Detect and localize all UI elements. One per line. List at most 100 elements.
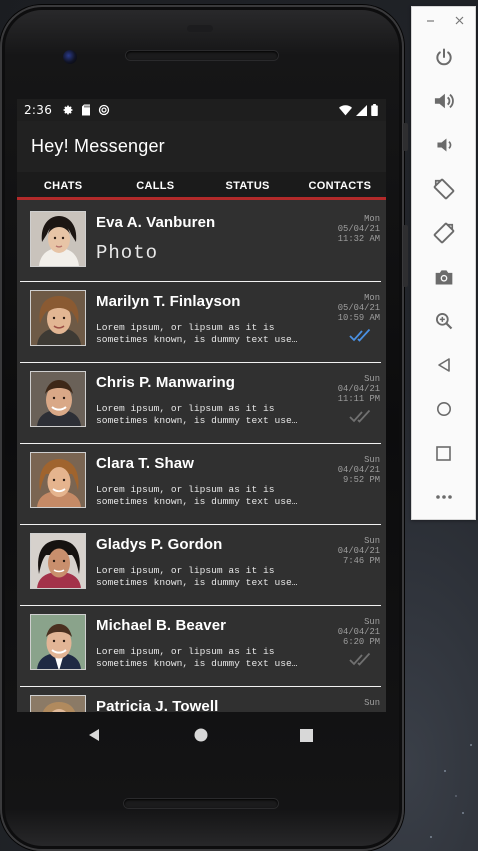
more-icon[interactable] — [412, 475, 475, 519]
zoom-icon[interactable] — [412, 299, 475, 343]
message-timestamp: Sun 04/04/21 7:46 PM — [338, 536, 380, 566]
message-timestamp: Sun 04/04/21 6:20 PM — [338, 617, 380, 647]
app-title: Hey! Messenger — [31, 136, 165, 156]
avatar[interactable] — [30, 614, 86, 670]
wifi-icon — [339, 104, 352, 116]
contact-name: Clara T. Shaw — [96, 455, 195, 472]
signal-icon — [356, 104, 367, 116]
message-preview: Lorem ipsum, or lipsum as it is sometime… — [96, 565, 328, 589]
volume-rocker — [403, 225, 408, 287]
volume-down-icon[interactable] — [412, 123, 475, 167]
message-preview-line: Lorem ipsum, or lipsum as it is — [96, 484, 275, 495]
top-speaker-grille — [126, 51, 278, 60]
earpiece — [187, 25, 213, 32]
home-icon[interactable] — [194, 728, 208, 742]
avatar[interactable] — [30, 695, 86, 712]
chat-row[interactable]: Patricia J. Towell Sun — [20, 687, 381, 712]
message-preview-line: Lorem ipsum, or lipsum as it is — [96, 565, 275, 576]
message-date: 04/04/21 — [337, 627, 380, 637]
message-preview: Lorem ipsum, or lipsum as it is sometime… — [96, 322, 328, 346]
message-timestamp: Sun — [364, 698, 380, 708]
message-timestamp: Sun 04/04/21 11:11 PM — [338, 374, 380, 404]
read-receipt-icon — [349, 328, 373, 347]
phone-screen: 2:36 Hey! Messenger CHATS CALLS STATUS C… — [17, 99, 386, 712]
message-timestamp: Mon 05/04/21 10:59 AM — [338, 293, 380, 323]
message-date: 04/04/21 — [337, 384, 380, 394]
message-day: Sun — [364, 698, 380, 708]
tab-indicator — [17, 197, 386, 200]
delivered-receipt-icon — [349, 409, 373, 428]
chat-row[interactable]: Michael B. Beaver Lorem ipsum, or lipsum… — [20, 606, 381, 687]
message-preview-line: Lorem ipsum, or lipsum as it is — [96, 403, 275, 414]
message-preview-line: sometimes known, is dummy text use… — [96, 334, 298, 345]
gear-icon — [62, 104, 74, 116]
message-preview-line: sometimes known, is dummy text use… — [96, 496, 298, 507]
camera-icon[interactable] — [412, 255, 475, 299]
message-time: 11:32 AM — [337, 234, 380, 244]
contact-name: Eva A. Vanburen — [96, 214, 216, 231]
message-time: 9:52 PM — [343, 475, 380, 485]
message-preview-line: sometimes known, is dummy text use… — [96, 658, 298, 669]
chat-list[interactable]: Eva A. Vanburen Photo Mon 05/04/21 11:32… — [17, 203, 386, 712]
emulator-toolbar — [411, 6, 476, 520]
chat-row[interactable]: Chris P. Manwaring Lorem ipsum, or lipsu… — [20, 363, 381, 444]
status-time: 2:36 — [24, 103, 53, 117]
message-preview-line: sometimes known, is dummy text use… — [96, 415, 298, 426]
message-time: 11:11 PM — [337, 394, 380, 404]
message-time: 7:46 PM — [343, 556, 380, 566]
message-day: Sun — [364, 536, 380, 546]
recents-icon[interactable] — [300, 728, 313, 742]
chat-row[interactable]: Marilyn T. Finlayson Lorem ipsum, or lip… — [20, 282, 381, 363]
power-side-button — [403, 123, 408, 151]
message-preview-line: Lorem ipsum, or lipsum as it is — [96, 646, 275, 657]
message-time: 10:59 AM — [337, 313, 380, 323]
contact-name: Patricia J. Towell — [96, 698, 219, 712]
tab-contacts[interactable]: CONTACTS — [294, 172, 386, 200]
delivered-receipt-icon — [349, 652, 373, 671]
message-day: Sun — [364, 455, 380, 465]
avatar[interactable] — [30, 452, 86, 508]
contact-name: Marilyn T. Finlayson — [96, 293, 241, 310]
message-timestamp: Mon 05/04/21 11:32 AM — [338, 214, 380, 244]
message-preview-line: sometimes known, is dummy text use… — [96, 577, 298, 588]
rotate-right-icon[interactable] — [412, 211, 475, 255]
message-preview-line: Lorem ipsum, or lipsum as it is — [96, 322, 275, 333]
chat-row[interactable]: Eva A. Vanburen Photo Mon 05/04/21 11:32… — [20, 203, 381, 282]
minimize-icon[interactable] — [426, 14, 435, 29]
message-preview: Lorem ipsum, or lipsum as it is sometime… — [96, 403, 328, 427]
message-timestamp: Sun 04/04/21 9:52 PM — [338, 455, 380, 485]
home-icon[interactable] — [412, 387, 475, 431]
chat-row[interactable]: Gladys P. Gordon Lorem ipsum, or lipsum … — [20, 525, 381, 606]
message-date: 05/04/21 — [337, 224, 380, 234]
system-nav-bar — [17, 712, 386, 758]
message-date: 04/04/21 — [337, 546, 380, 556]
avatar[interactable] — [30, 533, 86, 589]
emulator-window-controls — [412, 7, 475, 35]
back-icon[interactable] — [87, 728, 101, 742]
avatar[interactable] — [30, 211, 86, 267]
tab-status[interactable]: STATUS — [202, 172, 294, 200]
tab-chats[interactable]: CHATS — [17, 172, 109, 200]
sd-card-icon — [81, 104, 91, 116]
chat-row[interactable]: Clara T. Shaw Lorem ipsum, or lipsum as … — [20, 444, 381, 525]
message-day: Sun — [364, 374, 380, 384]
bottom-speaker-grille — [124, 799, 278, 808]
front-camera — [63, 50, 77, 64]
power-icon[interactable] — [412, 35, 475, 79]
message-day: Mon — [364, 214, 380, 224]
rotate-left-icon[interactable] — [412, 167, 475, 211]
battery-icon — [371, 104, 378, 116]
message-preview: Lorem ipsum, or lipsum as it is sometime… — [96, 484, 328, 508]
overview-icon[interactable] — [412, 431, 475, 475]
avatar[interactable] — [30, 371, 86, 427]
status-bar: 2:36 — [17, 99, 386, 121]
sync-icon — [98, 104, 110, 116]
message-date: 04/04/21 — [337, 465, 380, 475]
avatar[interactable] — [30, 290, 86, 346]
close-icon[interactable] — [455, 14, 464, 29]
back-icon[interactable] — [412, 343, 475, 387]
tab-calls[interactable]: CALLS — [109, 172, 201, 200]
contact-name: Chris P. Manwaring — [96, 374, 236, 391]
volume-up-icon[interactable] — [412, 79, 475, 123]
message-day: Mon — [364, 293, 380, 303]
